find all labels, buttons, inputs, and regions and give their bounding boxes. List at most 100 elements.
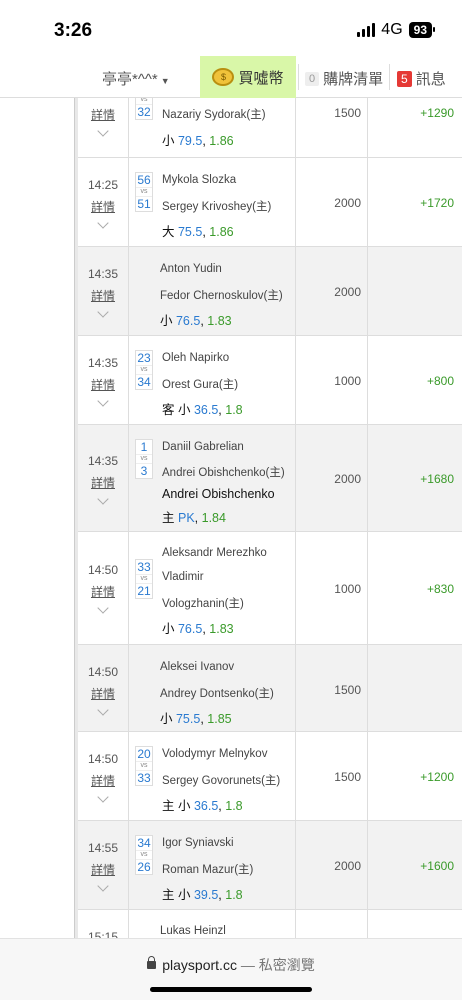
detail-link[interactable]: 詳情 [78, 376, 128, 393]
divider [298, 64, 299, 90]
time-cell: 詳情 [78, 98, 129, 157]
chevron-down-icon[interactable] [97, 306, 109, 318]
time-cell: 14:55 詳情 [78, 821, 129, 909]
match-cell: 33 vs 21 Aleksandr Merezhko Vladimir Vol… [129, 532, 296, 644]
browser-address-bar[interactable]: playsport.cc — 私密瀏覽 [0, 938, 462, 1000]
team-home-cont: Vologzhanin(主) [162, 598, 244, 610]
team-home: Fedor Chernoskulov(主) [160, 290, 283, 302]
amount-cell: 2000 [296, 425, 368, 531]
buy-coin-button[interactable]: $ 買噓幣 [200, 56, 296, 98]
pick: 大 75.5, 1.86 [162, 225, 234, 239]
home-indicator[interactable] [150, 987, 312, 992]
match-cell: Lukas Heinzl [129, 910, 296, 938]
pick: 主 小 36.5, 1.8 [162, 799, 243, 813]
messages-button[interactable]: 5 訊息 [397, 68, 446, 89]
pick-name: Andrei Obishchenko [162, 487, 275, 501]
chevron-down-icon[interactable] [97, 125, 109, 137]
team-away: Oleh Napirko [162, 352, 230, 364]
time-cell: 14:35 詳情 [78, 425, 129, 531]
battery-icon: 93 [408, 22, 436, 38]
pick: 小 79.5, 1.86 [162, 134, 234, 148]
chevron-down-icon[interactable] [97, 880, 109, 892]
time-cell: 14:25 詳情 [78, 158, 129, 246]
profit-cell [368, 645, 462, 731]
status-time: 3:26 [54, 20, 93, 41]
bet-table: 詳情 vs 32 Nazariy Sydorak(主) 小 79.5, 1.86… [78, 98, 462, 938]
detail-link[interactable]: 詳情 [78, 474, 128, 491]
pick: 小 76.5, 1.83 [162, 622, 234, 636]
user-menu[interactable]: 亭亭*^^* ▼ [102, 68, 170, 89]
match-cell: vs 32 Nazariy Sydorak(主) 小 79.5, 1.86 [129, 98, 296, 157]
signal-icon [357, 23, 376, 37]
chevron-down-icon[interactable] [97, 602, 109, 614]
time-cell: 14:50 詳情 [78, 645, 129, 731]
detail-link[interactable]: 詳情 [78, 583, 128, 600]
buy-coin-label: 買噓幣 [238, 69, 284, 87]
match-cell: 20 vs 33 Volodymyr Melnykov Sergey Govor… [129, 732, 296, 820]
amount-cell: 2000 [296, 247, 368, 335]
amount-cell: 1500 [296, 98, 368, 157]
chevron-down-icon[interactable] [97, 217, 109, 229]
chevron-down-icon[interactable] [97, 704, 109, 716]
profit-cell: +830 [426, 582, 454, 596]
score-box: 20 vs 33 [135, 746, 153, 786]
score-box: 34 vs 26 [135, 835, 153, 875]
profit-cell: +1720 [420, 196, 454, 210]
score-box: 33 vs 21 [135, 559, 153, 599]
detail-link[interactable]: 詳情 [78, 861, 128, 878]
amount-cell [296, 910, 368, 938]
match-cell: Anton Yudin Fedor Chernoskulov(主) 小 76.5… [129, 247, 296, 335]
detail-link[interactable]: 詳情 [78, 772, 128, 789]
url-display[interactable]: playsport.cc — 私密瀏覽 [0, 955, 462, 975]
pick: 主 PK, 1.84 [162, 511, 226, 525]
bet-list[interactable]: 詳情 vs 32 Nazariy Sydorak(主) 小 79.5, 1.86… [0, 98, 462, 938]
profit-cell [368, 910, 462, 938]
match-cell: 1 vs 3 Daniil Gabrelian Andrei Obishchen… [129, 425, 296, 531]
table-row: 14:50 詳情 33 vs 21 Aleksandr Merezhko Vla… [78, 532, 462, 645]
status-bar: 3:26 4G 93 [0, 0, 462, 60]
coin-icon: $ [212, 68, 235, 86]
detail-link[interactable]: 詳情 [78, 198, 128, 215]
status-indicators: 4G 93 [357, 21, 436, 39]
team-home: Sergey Krivoshey(主) [162, 201, 272, 213]
detail-link[interactable]: 詳情 [78, 106, 128, 123]
team-home: Andrey Dontsenko(主) [160, 688, 274, 700]
message-count-badge: 5 [397, 70, 412, 87]
amount-cell: 2000 [296, 158, 368, 246]
private-mode-label: — 私密瀏覽 [240, 957, 315, 973]
amount-cell: 1000 [296, 532, 368, 644]
cart-button[interactable]: 0 購牌清單 [305, 68, 383, 89]
team-away: Aleksandr Merezhko [162, 547, 267, 559]
score-away: 32 [137, 105, 151, 119]
amount-cell: 2000 [296, 821, 368, 909]
time-cell: 14:35 詳情 [78, 247, 129, 335]
lock-icon [147, 956, 157, 969]
detail-link[interactable]: 詳情 [78, 685, 128, 702]
score-box: vs 32 [135, 98, 153, 120]
pick: 小 76.5, 1.83 [160, 314, 232, 328]
time-cell: 14:50 詳情 [78, 532, 129, 644]
table-row: 14:50 詳情 Aleksei Ivanov Andrey Dontsenko… [78, 645, 462, 732]
network-type: 4G [381, 21, 403, 38]
table-row: 15:15 Lukas Heinzl [78, 910, 462, 938]
team-home: Andrei Obishchenko(主) [162, 467, 285, 479]
amount-cell: 1500 [296, 645, 368, 731]
team-away: Anton Yudin [160, 263, 222, 275]
score-box: 56 vs 51 [135, 172, 153, 212]
match-cell: Aleksei Ivanov Andrey Dontsenko(主) 小 75.… [129, 645, 296, 731]
time-cell: 14:35 詳情 [78, 336, 129, 424]
profit-cell: +800 [426, 374, 454, 388]
team-home: Vladimir [162, 571, 204, 583]
chevron-down-icon[interactable] [97, 493, 109, 505]
detail-link[interactable]: 詳情 [78, 287, 128, 304]
team-away: Igor Syniavski [162, 837, 234, 849]
team-away: Volodymyr Melnykov [162, 748, 268, 760]
url-domain: playsport.cc [162, 957, 237, 973]
score-box: 1 vs 3 [135, 439, 153, 479]
team-home: Sergey Govorunets(主) [162, 775, 281, 787]
chevron-down-icon[interactable] [97, 791, 109, 803]
table-row: 14:35 詳情 1 vs 3 Daniil Gabrelian Andrei … [78, 425, 462, 532]
table-row: 14:35 詳情 Anton Yudin Fedor Chernoskulov(… [78, 247, 462, 336]
team-away: Daniil Gabrelian [162, 441, 244, 453]
chevron-down-icon[interactable] [97, 395, 109, 407]
